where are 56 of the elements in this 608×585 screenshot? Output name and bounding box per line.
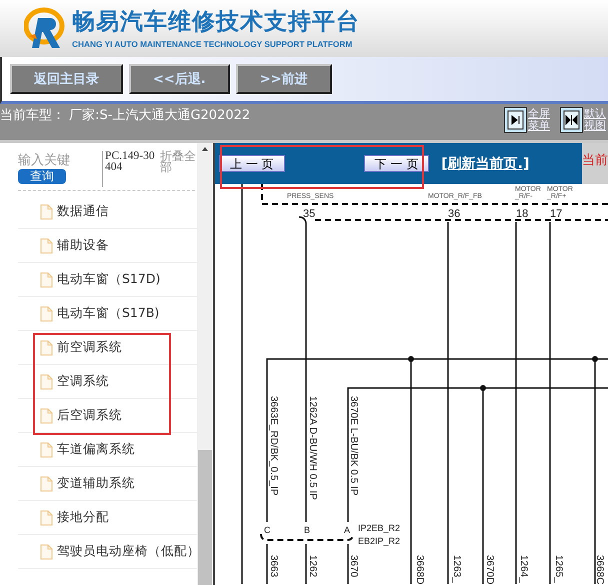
wire-label: 1265_: [553, 555, 564, 583]
site-subtitle: CHANG YI AUTO MAINTENANCE TECHNOLOGY SUPPORT PLATFORM: [72, 39, 354, 49]
query-button[interactable]: 查询: [18, 169, 66, 184]
wire-label: 3663E_RD/BK_0.5_IP: [268, 396, 279, 496]
wire-label: 3670D: [484, 555, 495, 584]
file-icon: [40, 442, 53, 458]
pin-number: 36: [448, 208, 460, 220]
pin-number: 18: [516, 208, 528, 220]
file-icon: [40, 238, 53, 254]
file-icon: [40, 510, 53, 526]
wire-label: 1262A D-BU/WH 0.5 IP: [307, 396, 318, 500]
file-icon: [40, 374, 53, 390]
menu-item[interactable]: 辅助设备: [18, 229, 197, 263]
scrollbar[interactable]: [197, 143, 213, 585]
refresh-link[interactable]: [刷新当前页.]: [441, 154, 530, 172]
file-icon: [40, 272, 53, 288]
wire-label: 3670E L-BU/BK 0.5 IP: [348, 396, 359, 496]
wire-label: 3668D: [414, 555, 425, 584]
pin-number: 17: [550, 208, 562, 220]
site-title: 畅易汽车维修技术支持平台: [72, 8, 360, 36]
menu-item[interactable]: 前空调系统: [18, 331, 197, 365]
file-icon: [40, 544, 53, 560]
wire-label: 1264_: [518, 555, 529, 583]
prev-page-button[interactable]: 上 一 页: [219, 155, 285, 172]
wire-label: 3670: [348, 555, 359, 578]
menu-item[interactable]: 数据通信: [18, 195, 197, 229]
split-icon[interactable]: [560, 107, 583, 133]
connector-name: IP2EB_R2: [358, 523, 400, 533]
menu-item[interactable]: 驾驶员电动座椅（低配）: [18, 535, 197, 569]
file-icon: [40, 306, 53, 322]
menu-item[interactable]: 电动车窗（S17D): [18, 263, 197, 297]
pin-number: 35: [303, 208, 316, 220]
menu-item[interactable]: 空调系统: [18, 365, 197, 399]
current-label: 当前: [582, 143, 608, 184]
menu-item[interactable]: 变道辅助系统: [18, 467, 197, 501]
connector-pin: C: [264, 525, 270, 535]
wire-label: 1262: [307, 555, 318, 578]
file-icon: [40, 408, 53, 424]
menu-item[interactable]: 后空调系统: [18, 399, 197, 433]
wire-label: 1263_: [451, 555, 462, 583]
connector-pin: B: [304, 525, 310, 535]
file-icon: [40, 204, 53, 220]
connector-pin: A: [344, 525, 350, 535]
menu-item[interactable]: 车道偏离系统: [18, 433, 197, 467]
file-icon: [40, 476, 53, 492]
expand-icon[interactable]: [504, 107, 527, 133]
menu-item[interactable]: 电动车窗（S17B): [18, 297, 197, 331]
next-page-button[interactable]: 下 一 页: [364, 155, 430, 172]
wire-label: 3668C: [594, 555, 605, 584]
file-icon: [40, 340, 53, 356]
wire-label: 3663: [268, 555, 279, 578]
vehicle-label: 当前车型： 厂家:S-上汽大通大通G202022: [0, 107, 252, 124]
scroll-thumb[interactable]: [198, 450, 212, 585]
menu-item[interactable]: 接地分配: [18, 501, 197, 535]
model-code: PC.149-30404: [102, 151, 156, 187]
connector-name: EB2IP_R2: [358, 536, 400, 546]
